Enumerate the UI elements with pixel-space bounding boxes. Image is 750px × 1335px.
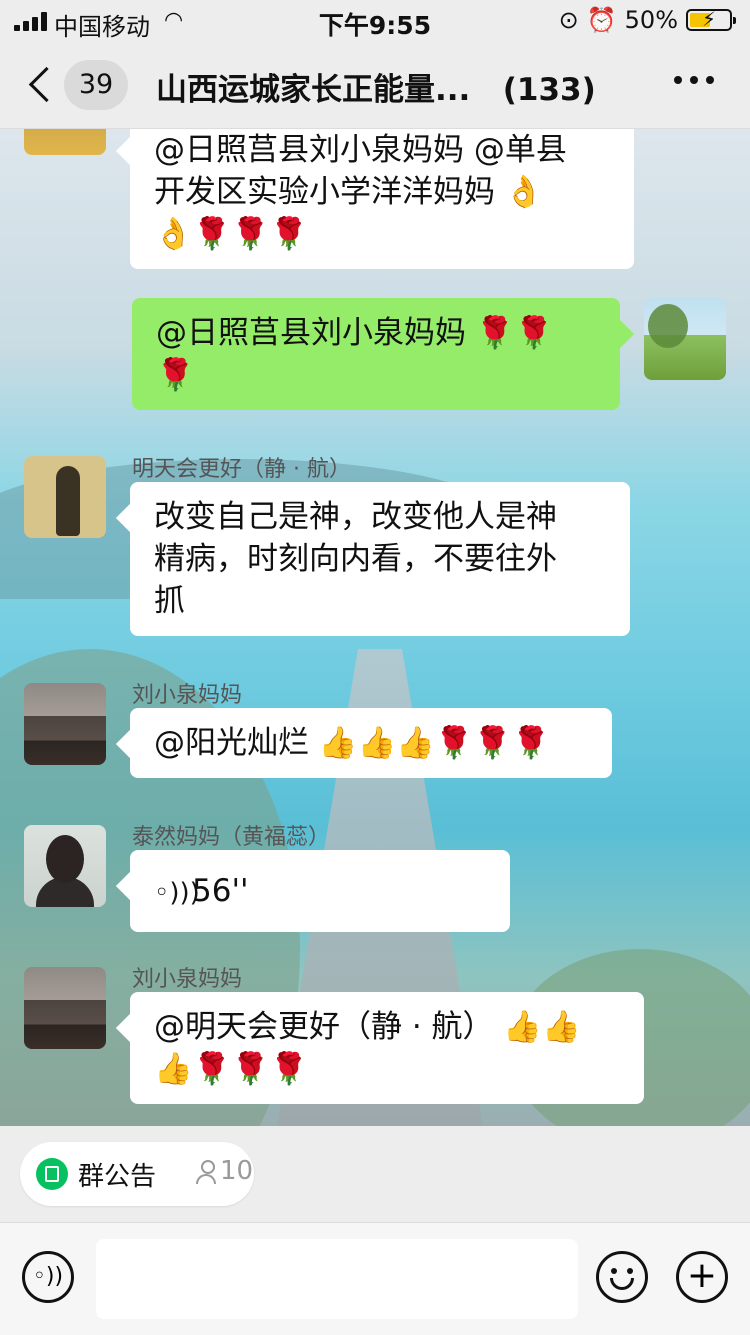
emoji-icon[interactable] <box>596 1251 648 1303</box>
back-chevron-icon[interactable] <box>26 64 54 104</box>
add-icon[interactable]: + <box>676 1251 728 1303</box>
alarm-icon: ⏰ <box>586 6 617 34</box>
my-avatar[interactable] <box>644 298 726 380</box>
chat-area[interactable]: @日照莒县刘小泉妈妈 @单县 开发区实验小学洋洋妈妈 👌 👌🌹🌹🌹 @日照莒县刘… <box>0 129 750 1126</box>
chat-header: 39 山西运城家长正能量... (133) <box>0 42 750 129</box>
status-bar: 中国移动 ◠ 下午9:55 ⊙ ⏰ 50% ⚡ <box>0 0 750 42</box>
group-announcement-button[interactable]: 群公告 10 <box>20 1142 254 1206</box>
orientation-lock-icon: ⊙ <box>558 6 579 34</box>
avatar[interactable] <box>24 825 106 907</box>
voice-message-bubble[interactable]: ◦)))56'' <box>130 850 510 932</box>
announcement-label: 群公告 <box>78 1162 157 1192</box>
voice-input-icon[interactable]: ◦)) <box>22 1251 74 1303</box>
announcement-icon <box>36 1158 68 1190</box>
person-icon <box>196 1160 216 1186</box>
chat-title: 山西运城家长正能量... (133) <box>156 64 596 109</box>
battery-icon: ⚡ <box>686 7 736 31</box>
voice-wave-icon: ◦))) <box>154 877 200 908</box>
battery-percent: 50% <box>624 6 678 34</box>
message-bubble[interactable]: @日照莒县刘小泉妈妈 @单县 开发区实验小学洋洋妈妈 👌 👌🌹🌹🌹 <box>130 129 634 269</box>
more-options-icon[interactable] <box>674 76 714 86</box>
message-input[interactable] <box>96 1239 578 1319</box>
announcement-count: 10 <box>220 1156 254 1186</box>
member-count: (133) <box>502 72 596 108</box>
group-name: 山西运城家长正能量... <box>156 72 471 108</box>
unread-badge[interactable]: 39 <box>64 60 128 110</box>
message-bubble-own[interactable]: @日照莒县刘小泉妈妈 🌹🌹 🌹 <box>132 298 620 410</box>
avatar[interactable] <box>24 683 106 765</box>
message-bubble[interactable]: 改变自己是神，改变他人是神 精病，时刻向内看，不要往外 抓 <box>130 482 630 636</box>
input-bar: ◦)) + <box>0 1222 750 1335</box>
sender-name: 刘小泉妈妈 <box>132 967 243 992</box>
voice-duration: 56'' <box>192 873 249 909</box>
message-bubble[interactable]: @阳光灿烂 👍👍👍🌹🌹🌹 <box>130 708 612 778</box>
avatar[interactable] <box>24 456 106 538</box>
avatar[interactable] <box>24 129 106 155</box>
avatar[interactable] <box>24 967 106 1049</box>
sender-name: 明天会更好（静 · 航） <box>132 457 351 482</box>
message-bubble[interactable]: @明天会更好（静 · 航） 👍👍 👍🌹🌹🌹 <box>130 992 644 1104</box>
sender-name: 刘小泉妈妈 <box>132 683 243 708</box>
sender-name: 泰然妈妈（黄福蕊） <box>132 825 331 850</box>
